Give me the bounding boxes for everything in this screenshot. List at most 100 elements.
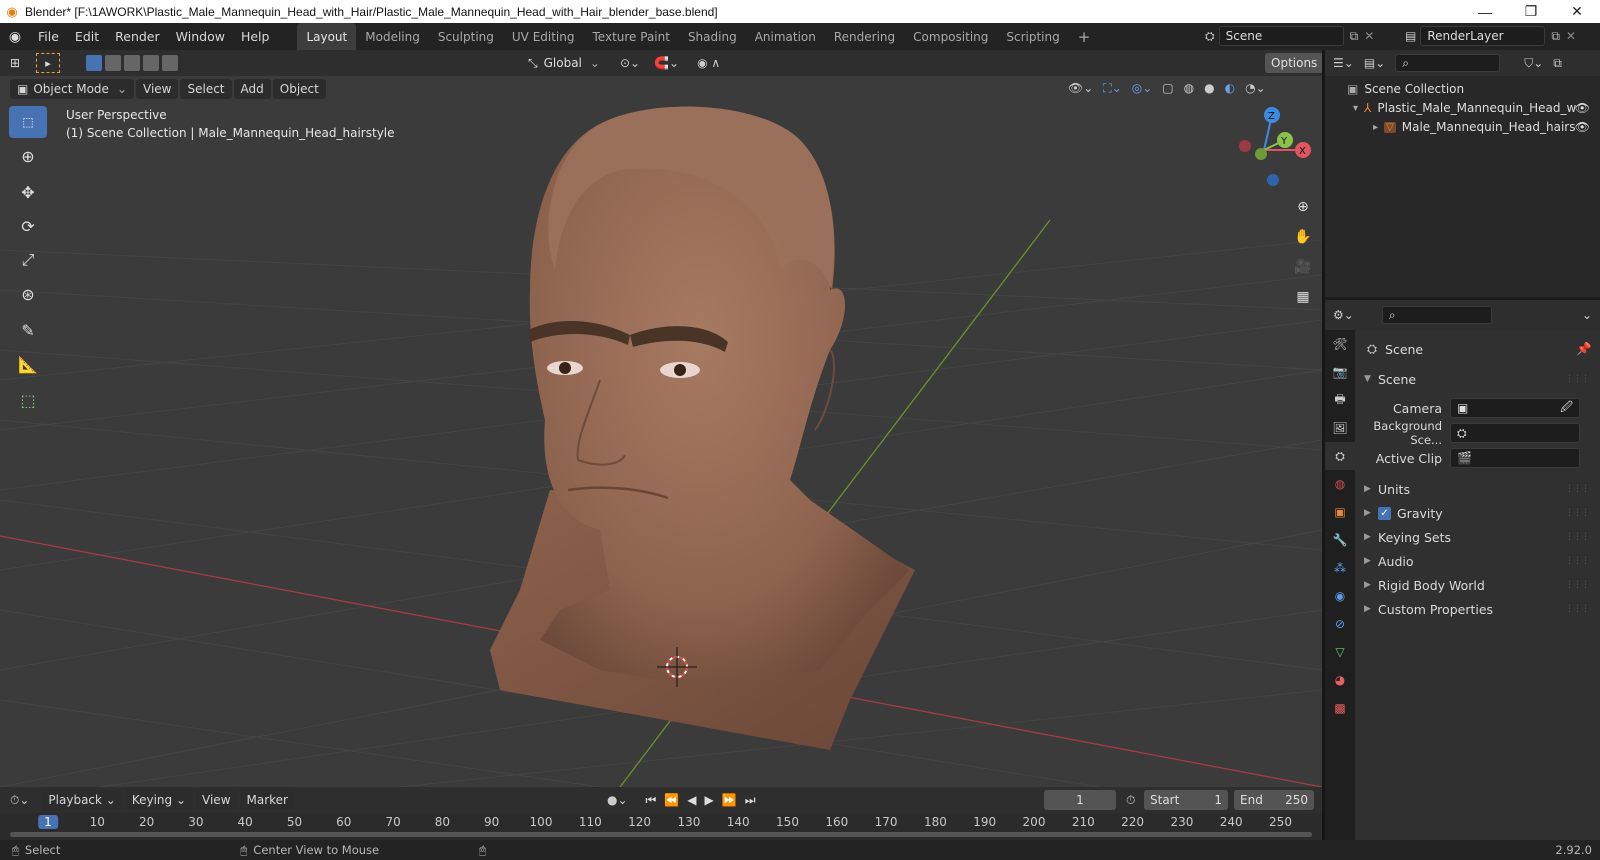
tab-shading[interactable]: Shading (679, 23, 746, 50)
play-reverse-icon[interactable]: ◀ (687, 793, 696, 808)
start-frame-field[interactable]: Start 1 (1144, 790, 1228, 810)
panel-rigid-body-world[interactable]: ▶ Rigid Body World ⋮⋮⋮ (1364, 574, 1590, 596)
menu-add[interactable]: Add (233, 78, 271, 99)
play-icon[interactable]: ▶ (705, 793, 714, 808)
remove-view-layer-icon[interactable]: ✕ (1566, 29, 1576, 43)
timeline-editor-type-icon[interactable]: ⏱⌄ (10, 793, 29, 808)
minimize-button[interactable]: — (1462, 0, 1508, 23)
visibility-icon[interactable]: 👁⌄ (1068, 81, 1093, 96)
panel-units[interactable]: ▶ Units ⋮⋮⋮ (1364, 478, 1590, 500)
menu-view[interactable]: View (195, 790, 238, 810)
mode-selector[interactable]: ▣ Object Mode ⌄ (10, 78, 134, 99)
blender-menu-icon[interactable]: ◉ (0, 29, 30, 45)
menu-playback[interactable]: Playback ⌄ (41, 790, 123, 810)
new-view-layer-icon[interactable]: ⧉ (1551, 29, 1560, 44)
outliner-root[interactable]: ▣ Scene Collection (1325, 76, 1600, 96)
tab-uv-editing[interactable]: UV Editing (503, 23, 584, 50)
drag-grip-icon[interactable]: ⋮⋮⋮ (1565, 556, 1590, 566)
xray-toggle-icon[interactable]: ▢ (1162, 81, 1173, 96)
move-tool[interactable]: ✥ (9, 176, 47, 208)
outliner-item[interactable]: ▸ ▽ Male_Mannequin_Head_hairs 👁 (1325, 115, 1600, 134)
remove-scene-icon[interactable]: ✕ (1364, 29, 1374, 43)
drag-grip-icon[interactable]: ⋮⋮⋮ (1565, 374, 1590, 384)
add-cube-tool[interactable]: ⬚ (9, 384, 47, 416)
editor-type-icon[interactable]: ⊞ (0, 56, 30, 70)
rotate-tool[interactable]: ⟳ (9, 210, 47, 242)
tab-constraints[interactable]: ⊘ (1325, 610, 1355, 638)
tab-particles[interactable]: ⁂ (1325, 554, 1355, 582)
menu-window[interactable]: Window (168, 23, 233, 50)
next-keyframe-icon[interactable]: ⏩ (722, 793, 737, 808)
new-scene-icon[interactable]: ⧉ (1350, 29, 1359, 44)
close-button[interactable]: ✕ (1554, 0, 1600, 23)
overlay-toggle-icon[interactable]: ◎⌄ (1132, 81, 1153, 96)
select-extend-icon[interactable] (105, 55, 121, 71)
new-collection-icon[interactable]: ⧉ (1553, 56, 1562, 71)
pivot-point-icon[interactable]: ⊙⌄ (620, 56, 640, 70)
display-mode-icon[interactable]: ▤⌄ (1364, 56, 1385, 70)
pan-hand-icon[interactable]: ✋ (1290, 224, 1316, 250)
panel-scene-header[interactable]: ▼ Scene ⋮⋮⋮ (1364, 368, 1590, 390)
tab-texture-paint[interactable]: Texture Paint (584, 23, 679, 50)
wireframe-shading-icon[interactable]: ◍ (1184, 81, 1194, 96)
panel-custom-properties[interactable]: ▶ Custom Properties ⋮⋮⋮ (1364, 598, 1590, 620)
prev-keyframe-icon[interactable]: ⏪ (664, 793, 679, 808)
auto-keying-icon[interactable]: ●⌄ (607, 793, 628, 807)
perspective-toggle-icon[interactable]: ▦ (1290, 284, 1316, 310)
tab-material[interactable]: ◕ (1325, 666, 1355, 694)
tab-modifiers[interactable]: 🔧 (1325, 526, 1355, 554)
orientation-selector[interactable]: ⤡ Global ⌄ (528, 56, 600, 71)
tab-compositing[interactable]: Compositing (904, 23, 997, 50)
filter-icon[interactable]: ⛉⌄ (1524, 56, 1543, 71)
drag-grip-icon[interactable]: ⋮⋮⋮ (1565, 484, 1590, 494)
outliner-editor-type-icon[interactable]: ☰⌄ (1333, 56, 1354, 70)
tab-physics[interactable]: ◉ (1325, 582, 1355, 610)
eyedropper-icon[interactable]: 🖉 (1560, 398, 1573, 419)
properties-editor-type-icon[interactable]: ⚙⌄ (1333, 308, 1354, 322)
tab-modeling[interactable]: Modeling (356, 23, 429, 50)
annotate-tool[interactable]: ✎ (9, 314, 47, 346)
zoom-icon[interactable]: ⊕ (1290, 194, 1316, 220)
eye-icon[interactable]: 👁 (1575, 101, 1590, 115)
scene-field[interactable]: Scene (1218, 26, 1344, 46)
drag-grip-icon[interactable]: ⋮⋮⋮ (1565, 580, 1590, 590)
tab-object[interactable]: ▣ (1325, 498, 1355, 526)
select-subtract-icon[interactable] (124, 55, 140, 71)
tab-render[interactable]: 📷 (1325, 358, 1355, 386)
menu-marker[interactable]: Marker (239, 790, 295, 810)
transform-tool[interactable]: ⊛ (9, 278, 47, 310)
menu-help[interactable]: Help (233, 23, 278, 50)
view-layer-field[interactable]: RenderLayer (1420, 26, 1546, 46)
gravity-checkbox[interactable]: ✓ (1378, 506, 1391, 520)
panel-keying-sets[interactable]: ▶ Keying Sets ⋮⋮⋮ (1364, 526, 1590, 548)
current-frame-marker[interactable]: 1 (38, 815, 58, 829)
maximize-button[interactable]: ❐ (1508, 0, 1554, 23)
rendered-shading-icon[interactable]: ◔⌄ (1245, 81, 1266, 96)
tab-scene[interactable]: ⛭ (1325, 442, 1355, 470)
measure-tool[interactable]: 📐 (9, 348, 47, 380)
menu-edit[interactable]: Edit (67, 23, 107, 50)
menu-view[interactable]: View (136, 78, 179, 99)
jump-start-icon[interactable]: ⏮ (646, 793, 657, 808)
tab-data[interactable]: ▽ (1325, 638, 1355, 666)
menu-select[interactable]: Select (180, 78, 232, 99)
menu-object[interactable]: Object (272, 78, 326, 99)
3d-viewport[interactable]: Z X Y (0, 50, 1322, 787)
background-scene-field[interactable]: ⛭ (1450, 423, 1580, 443)
tab-view-layer[interactable]: 🖼 (1325, 414, 1355, 442)
active-clip-field[interactable]: 🎬 (1450, 448, 1580, 468)
tab-texture[interactable]: ▩ (1325, 694, 1355, 722)
tab-sculpting[interactable]: Sculpting (429, 23, 503, 50)
drag-grip-icon[interactable]: ⋮⋮⋮ (1565, 604, 1590, 614)
pin-icon[interactable]: 📌 (1576, 341, 1592, 357)
current-frame-field[interactable]: 1 (1044, 790, 1116, 810)
material-shading-icon[interactable]: ◐ (1225, 81, 1235, 96)
outliner-item[interactable]: ▾ ⅄ Plastic_Male_Mannequin_Head_w 👁 (1325, 96, 1600, 115)
panel-audio[interactable]: ▶ Audio ⋮⋮⋮ (1364, 550, 1590, 572)
stopwatch-icon[interactable]: ⏱ (1126, 793, 1135, 808)
outliner-search[interactable]: ⌕ (1395, 54, 1501, 72)
solid-shading-icon[interactable]: ● (1204, 81, 1214, 96)
menu-file[interactable]: File (30, 23, 67, 50)
jump-end-icon[interactable]: ⏭ (745, 793, 756, 808)
panel-gravity[interactable]: ▶ ✓ Gravity ⋮⋮⋮ (1364, 502, 1590, 524)
